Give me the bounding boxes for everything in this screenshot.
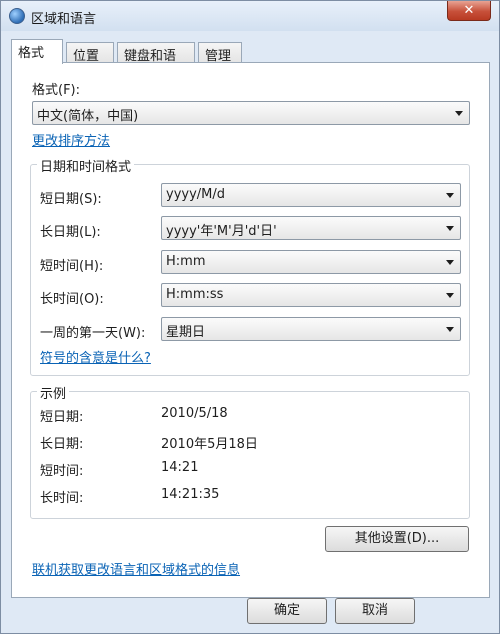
other-settings-button[interactable]: 其他设置(D)... — [325, 526, 469, 552]
first-day-label: 一周的第一天(W): — [40, 326, 146, 341]
format-dropdown[interactable]: 中文(简体，中国) — [32, 101, 470, 125]
first-day-dropdown[interactable]: 星期日 — [161, 317, 461, 341]
chevron-down-icon — [446, 260, 454, 265]
region-language-dialog: 区域和语言 ✕ 格式 位置 键盘和语言 管理 格式(F): 中文(简体，中国) … — [0, 0, 500, 634]
example-long-time-value: 14:21:35 — [161, 487, 220, 502]
short-time-dropdown[interactable]: H:mm — [161, 250, 461, 274]
short-time-label: 短时间(H): — [40, 259, 104, 274]
example-long-time-label: 长时间: — [40, 491, 84, 506]
tab-keyboards-languages[interactable]: 键盘和语言 — [117, 42, 195, 83]
example-long-date-label: 长日期: — [40, 437, 84, 452]
title-bar[interactable]: 区域和语言 ✕ — [1, 1, 499, 31]
online-info-link[interactable]: 联机获取更改语言和区域格式的信息 — [32, 559, 240, 578]
long-time-label: 长时间(O): — [40, 292, 104, 307]
globe-icon — [9, 8, 25, 24]
format-dropdown-value: 中文(简体，中国) — [37, 109, 139, 124]
tab-formats[interactable]: 格式 — [11, 39, 63, 64]
long-date-label: 长日期(L): — [40, 225, 101, 240]
close-button[interactable]: ✕ — [447, 1, 491, 21]
datetime-formats-title: 日期和时间格式 — [37, 156, 135, 175]
cancel-button[interactable]: 取消 — [335, 598, 415, 624]
format-label: 格式(F): — [32, 83, 81, 98]
chevron-down-icon — [446, 293, 454, 298]
short-time-value: H:mm — [166, 254, 206, 269]
examples-title: 示例 — [37, 383, 70, 402]
tab-location[interactable]: 位置 — [66, 42, 114, 64]
chevron-down-icon — [446, 193, 454, 198]
long-time-dropdown[interactable]: H:mm:ss — [161, 283, 461, 307]
tab-panel-formats: 格式(F): 中文(简体，中国) 更改排序方法 日期和时间格式 短日期(S): … — [11, 62, 490, 598]
change-sort-link[interactable]: 更改排序方法 — [32, 130, 110, 149]
notation-meaning-link[interactable]: 符号的含意是什么? — [40, 347, 151, 366]
examples-group — [30, 391, 470, 519]
first-day-value: 星期日 — [166, 325, 206, 340]
chevron-down-icon — [446, 226, 454, 231]
long-date-dropdown[interactable]: yyyy'年'M'月'd'日' — [161, 216, 461, 240]
chevron-down-icon — [455, 111, 463, 116]
example-short-date-value: 2010/5/18 — [161, 406, 228, 421]
example-short-date-label: 短日期: — [40, 410, 84, 425]
short-date-label: 短日期(S): — [40, 192, 102, 207]
ok-button[interactable]: 确定 — [247, 598, 327, 624]
tab-administrative[interactable]: 管理 — [198, 42, 242, 64]
example-short-time-value: 14:21 — [161, 460, 199, 475]
example-short-time-label: 短时间: — [40, 464, 84, 479]
chevron-down-icon — [446, 327, 454, 332]
long-date-value: yyyy'年'M'月'd'日' — [166, 224, 277, 239]
window-title: 区域和语言 — [31, 12, 97, 27]
example-long-date-value: 2010年5月18日 — [161, 437, 258, 452]
short-date-dropdown[interactable]: yyyy/M/d — [161, 183, 461, 207]
short-date-value: yyyy/M/d — [166, 187, 226, 202]
long-time-value: H:mm:ss — [166, 287, 224, 302]
